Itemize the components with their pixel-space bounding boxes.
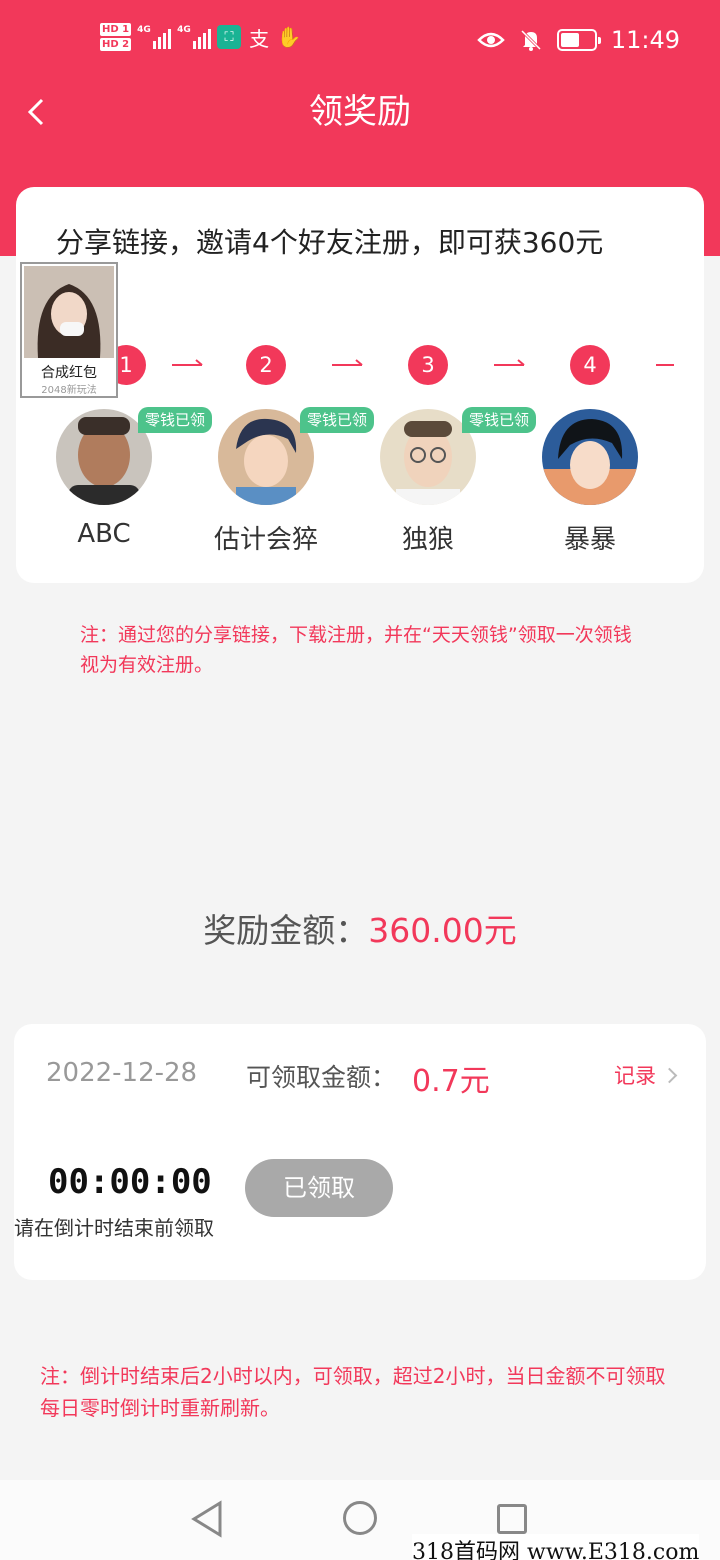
- arrow-right-icon: [172, 359, 203, 366]
- nav-back-icon[interactable]: [190, 1500, 224, 1538]
- arrow-right-icon: [656, 364, 674, 366]
- ad-subtitle: 2048新玩法: [41, 385, 97, 396]
- friend-name: 独狼: [401, 525, 454, 555]
- eye-icon: [477, 32, 505, 48]
- friend-name: 暴暴: [563, 525, 616, 555]
- invite-headline: 分享链接，邀请4个好友注册，即可获360元: [56, 226, 604, 259]
- nav-recent-icon[interactable]: [497, 1504, 527, 1534]
- claim-amount-label: 可领取金额：: [246, 1063, 397, 1092]
- reward-amount: 360.00元: [368, 911, 517, 950]
- status-bar: HD 1 HD 2 4G 4G ⛶ 支 ✋ 11:49: [0, 0, 720, 86]
- friend-item: 零钱已领 独狼: [340, 405, 537, 565]
- friend-item: 零钱已领 估计会猝: [178, 405, 375, 565]
- signal-icon: 4G: [177, 25, 212, 49]
- expiry-note: 注：倒计时结束后2小时以内，可领取，超过2小时，当日金额不可领取 每日零时倒计时…: [40, 1364, 666, 1420]
- reward-summary: 奖励金额：360.00元: [0, 904, 720, 952]
- invite-card: 分享链接，邀请4个好友注册，即可获360元 1 2 3 4 零钱已领 ABC 零…: [16, 187, 704, 583]
- invite-steps: 1 2 3 4: [16, 345, 704, 385]
- hd2-label: HD 2: [100, 38, 132, 51]
- floating-ad[interactable]: 合成红包 2048新玩法: [20, 262, 118, 398]
- arrow-right-icon: [332, 359, 363, 366]
- reward-label: 奖励金额：: [203, 911, 369, 950]
- status-left: HD 1 HD 2 4G 4G ⛶ 支 ✋: [100, 22, 302, 52]
- battery-icon: [556, 29, 601, 51]
- page-title: 领奖励: [309, 92, 411, 132]
- countdown-timer: 00:00:00: [48, 1162, 212, 1202]
- arrow-right-icon: [494, 359, 525, 366]
- friend-item: 零钱已领 ABC: [16, 405, 213, 565]
- countdown-note: 请在倒计时结束前领取: [14, 1216, 214, 1240]
- hand-icon: ✋: [276, 25, 302, 49]
- friend-name: ABC: [77, 519, 131, 549]
- claimed-button[interactable]: 已领取: [245, 1159, 393, 1217]
- hd-icon: HD 1 HD 2: [100, 22, 132, 52]
- status-right: 11:49: [477, 26, 680, 54]
- ad-image: [24, 266, 114, 358]
- friend-item: 暴暴: [502, 405, 672, 565]
- hd1-label: HD 1: [100, 23, 132, 36]
- avatar: [542, 409, 638, 505]
- chevron-right-icon: [661, 1067, 678, 1083]
- watermark: 318首码网 www.E318.com: [412, 1534, 700, 1560]
- step-4: 4: [570, 345, 610, 385]
- app-icon: ⛶: [217, 25, 242, 49]
- bell-off-icon: [520, 29, 541, 51]
- step-3: 3: [408, 345, 448, 385]
- record-link[interactable]: 记录: [614, 1060, 678, 1090]
- claim-amount: 0.7元: [412, 1064, 490, 1099]
- status-time: 11:49: [610, 26, 680, 54]
- register-note: 注：通过您的分享链接，下载注册，并在“天天领钱”领取一次领钱视为有效注册。: [80, 624, 632, 676]
- friend-name: 估计会猝: [213, 525, 318, 555]
- nav-home-icon[interactable]: [343, 1501, 377, 1535]
- daily-claim-card: 2022-12-28 可领取金额： 0.7元 记录 00:00:00 请在倒计时…: [14, 1024, 706, 1280]
- signal-icon: 4G: [137, 25, 172, 49]
- ad-title: 合成红包: [41, 365, 97, 381]
- alipay-icon: 支: [249, 26, 270, 51]
- step-2: 2: [246, 345, 286, 385]
- record-label: 记录: [614, 1064, 656, 1088]
- claim-date: 2022-12-28: [46, 1058, 198, 1088]
